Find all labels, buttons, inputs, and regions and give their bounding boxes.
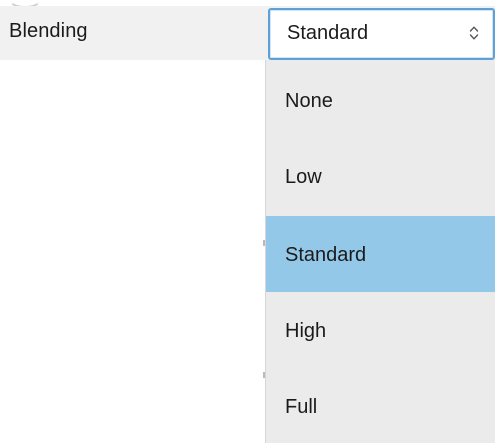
blending-label: Blending (9, 20, 88, 42)
blending-select-value: Standard (287, 22, 369, 44)
option-none[interactable]: None (266, 62, 495, 138)
option-label: Low (285, 166, 322, 188)
option-label: Full (285, 396, 318, 418)
option-full[interactable]: Full (266, 368, 495, 444)
up-down-chevron-icon (469, 23, 479, 43)
option-label: High (285, 320, 327, 342)
option-label: None (285, 90, 333, 112)
blending-select[interactable]: Standard (268, 8, 495, 60)
option-standard[interactable]: Standard (266, 216, 495, 292)
option-low[interactable]: Low (266, 138, 495, 214)
option-label: Standard (285, 244, 367, 266)
option-high[interactable]: High (266, 292, 495, 368)
blending-dropdown-list: None Low Standard High Full (265, 60, 495, 443)
